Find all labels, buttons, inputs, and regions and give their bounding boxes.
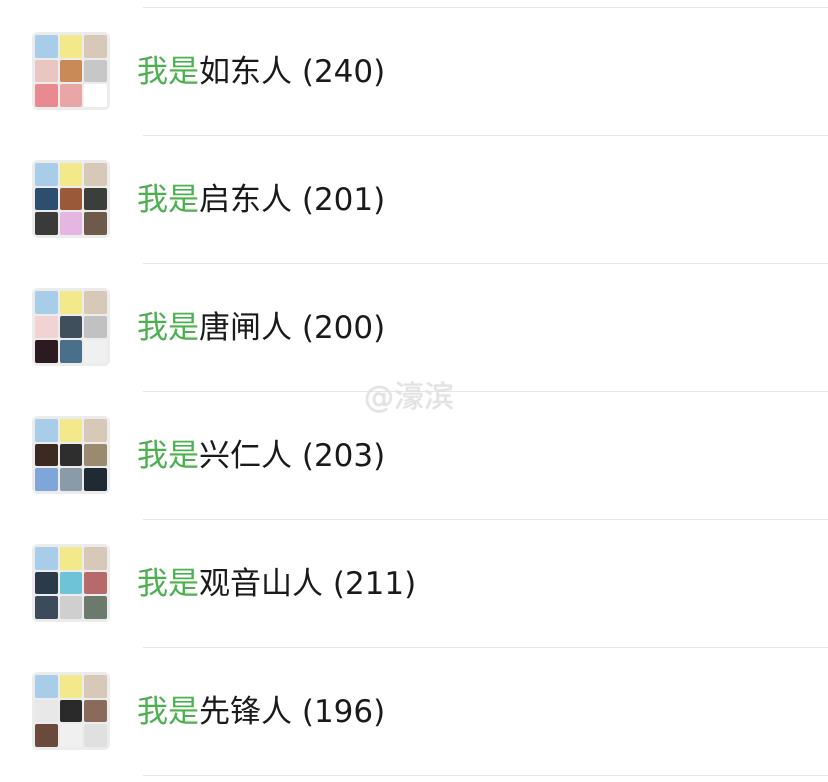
member-avatar-thumbnail (59, 340, 83, 363)
member-avatar-thumbnail (84, 675, 107, 698)
member-avatar-thumbnail (59, 163, 83, 186)
member-avatar-thumbnail (84, 443, 107, 467)
group-title-prefix: 我是 (137, 694, 199, 730)
group-name: 兴仁人 (199, 438, 292, 474)
group-title-prefix: 我是 (137, 438, 199, 474)
member-avatar-thumbnail (35, 163, 58, 186)
member-avatar-thumbnail (35, 596, 58, 619)
member-avatar-thumbnail (35, 675, 58, 698)
group-avatar (32, 160, 110, 238)
member-avatar-thumbnail (59, 291, 83, 314)
member-avatar-thumbnail (35, 699, 58, 723)
group-title-prefix: 我是 (137, 54, 199, 90)
group-name: 先锋人 (199, 694, 292, 730)
member-avatar-thumbnail (84, 547, 107, 570)
member-avatar-thumbnail (84, 212, 107, 235)
group-title-prefix: 我是 (137, 182, 199, 218)
member-avatar-thumbnail (84, 291, 107, 314)
member-avatar-thumbnail (59, 315, 83, 339)
member-avatar-thumbnail (35, 547, 58, 570)
member-avatar-thumbnail (59, 212, 83, 235)
member-avatar-thumbnail (84, 571, 107, 595)
member-avatar-thumbnail (84, 163, 107, 186)
member-avatar-thumbnail (35, 571, 58, 595)
member-avatar-thumbnail (35, 291, 58, 314)
group-title: 我是如东人 (240) (137, 52, 385, 92)
member-avatar-thumbnail (59, 724, 83, 747)
group-name: 如东人 (199, 54, 292, 90)
member-count: (201) (301, 182, 386, 218)
watermark: @濠滨 (364, 380, 454, 415)
member-avatar-thumbnail (35, 443, 58, 467)
member-avatar-thumbnail (84, 187, 107, 211)
member-avatar-thumbnail (35, 35, 58, 58)
group-chat-list: 我是如东人 (240) 我是启东人 (201) 我是唐闸人 (200) 我是兴仁… (0, 0, 828, 782)
member-avatar-thumbnail (84, 596, 107, 619)
member-avatar-thumbnail (84, 315, 107, 339)
member-avatar-thumbnail (35, 315, 58, 339)
member-avatar-thumbnail (84, 59, 107, 83)
member-avatar-thumbnail (35, 468, 58, 491)
group-name: 观音山人 (199, 566, 323, 602)
group-title: 我是先锋人 (196) (137, 692, 385, 732)
group-chat-item-guanyinshan[interactable]: 我是观音山人 (211) (0, 520, 828, 648)
member-count: (211) (332, 566, 417, 602)
group-avatar (32, 32, 110, 110)
group-title-prefix: 我是 (137, 310, 199, 346)
group-chat-item-rudong[interactable]: 我是如东人 (240) (0, 8, 828, 136)
member-avatar-thumbnail (59, 84, 83, 107)
group-chat-item-xianfeng[interactable]: 我是先锋人 (196) (0, 648, 828, 776)
member-avatar-thumbnail (84, 724, 107, 747)
group-avatar (32, 288, 110, 366)
member-avatar-thumbnail (35, 724, 58, 747)
member-avatar-thumbnail (84, 419, 107, 442)
member-avatar-thumbnail (84, 35, 107, 58)
member-avatar-thumbnail (35, 187, 58, 211)
group-avatar (32, 672, 110, 750)
group-avatar (32, 416, 110, 494)
member-count: (196) (301, 694, 386, 730)
member-avatar-thumbnail (59, 443, 83, 467)
member-avatar-thumbnail (35, 84, 58, 107)
member-avatar-thumbnail (59, 419, 83, 442)
member-avatar-thumbnail (84, 84, 107, 107)
group-title: 我是兴仁人 (203) (137, 436, 385, 476)
group-avatar (32, 544, 110, 622)
member-avatar-thumbnail (59, 35, 83, 58)
group-title-prefix: 我是 (137, 566, 199, 602)
member-avatar-thumbnail (59, 699, 83, 723)
member-avatar-thumbnail (59, 547, 83, 570)
member-avatar-thumbnail (84, 468, 107, 491)
group-title: 我是启东人 (201) (137, 180, 385, 220)
group-chat-item-qidong[interactable]: 我是启东人 (201) (0, 136, 828, 264)
member-avatar-thumbnail (35, 212, 58, 235)
group-title: 我是唐闸人 (200) (137, 308, 385, 348)
member-avatar-thumbnail (59, 571, 83, 595)
member-avatar-thumbnail (59, 468, 83, 491)
divider (143, 775, 828, 776)
group-title: 我是观音山人 (211) (137, 564, 416, 604)
member-avatar-thumbnail (84, 340, 107, 363)
member-avatar-thumbnail (35, 340, 58, 363)
member-count: (203) (301, 438, 386, 474)
member-avatar-thumbnail (59, 59, 83, 83)
member-avatar-thumbnail (84, 699, 107, 723)
member-avatar-thumbnail (59, 675, 83, 698)
member-avatar-thumbnail (35, 419, 58, 442)
member-avatar-thumbnail (59, 187, 83, 211)
member-avatar-thumbnail (35, 59, 58, 83)
group-name: 唐闸人 (199, 310, 292, 346)
member-count: (200) (301, 310, 386, 346)
member-avatar-thumbnail (59, 596, 83, 619)
group-name: 启东人 (199, 182, 292, 218)
member-count: (240) (301, 54, 386, 90)
